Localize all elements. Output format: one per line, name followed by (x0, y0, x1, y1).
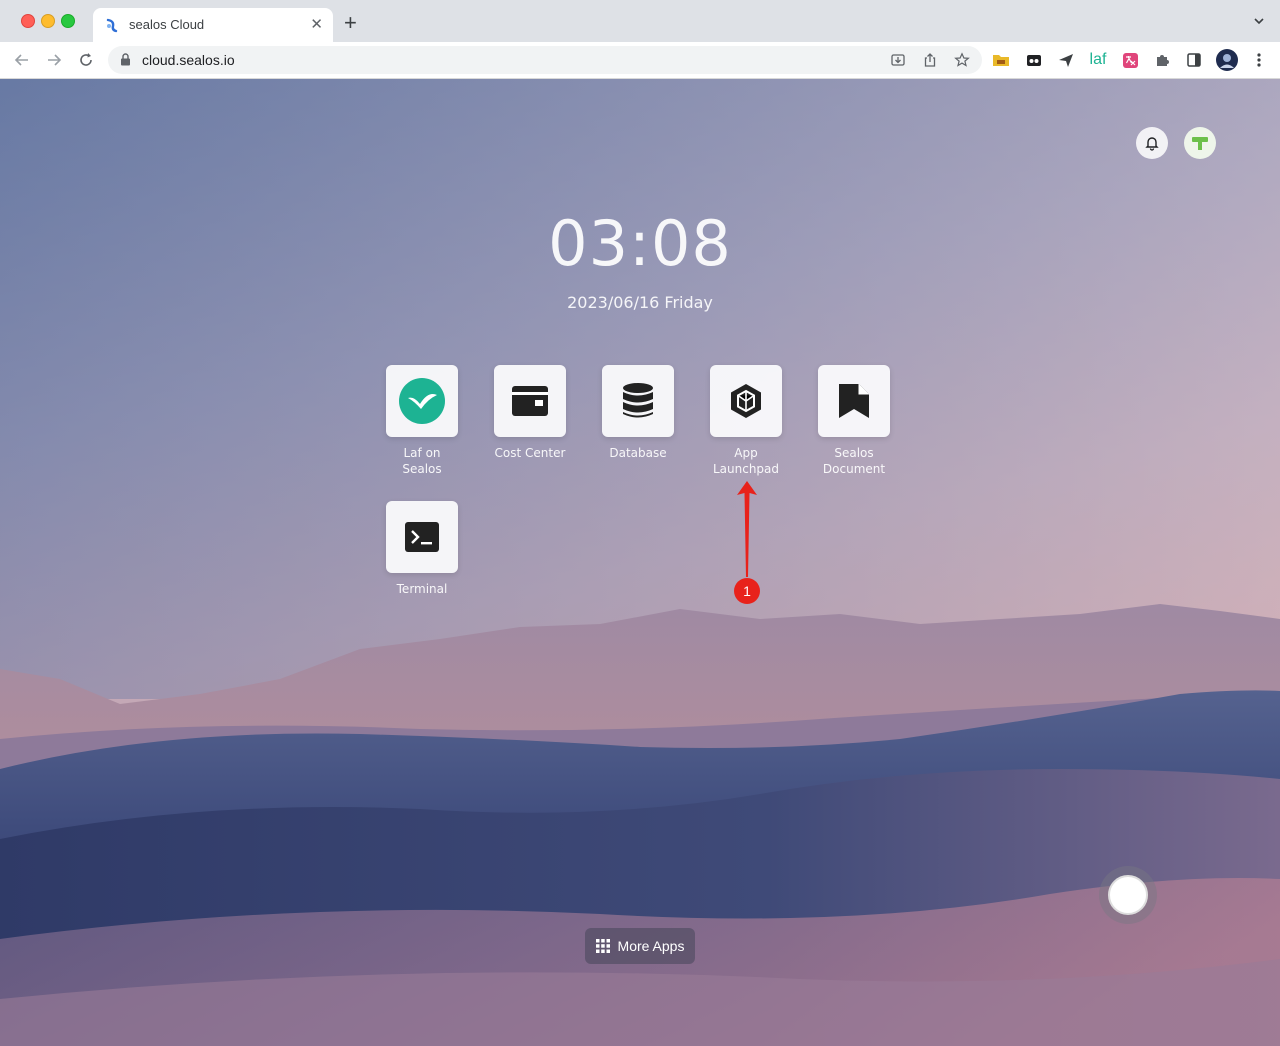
app-cost-center[interactable]: Cost Center (480, 365, 580, 461)
desktop-clock: 03:08 (548, 207, 732, 280)
user-avatar[interactable] (1184, 127, 1216, 159)
kebab-menu-icon[interactable] (1250, 51, 1268, 69)
laf-icon (399, 378, 445, 424)
star-bookmark-icon[interactable] (954, 52, 970, 68)
extension-glasses-icon[interactable] (1025, 51, 1043, 69)
app-label: Cost Center (494, 446, 566, 460)
browser-toolbar: cloud.sealos.io laf (0, 42, 1280, 79)
back-button[interactable] (12, 50, 32, 70)
grid-icon (595, 939, 610, 953)
app-laf-on-sealos[interactable]: Laf on Sealos (372, 365, 472, 477)
wallet-icon (512, 386, 548, 416)
notification-button[interactable] (1136, 127, 1168, 159)
app-tile[interactable] (386, 365, 458, 437)
browser-titlebar: sealos Cloud ✕ + (0, 0, 1280, 42)
app-terminal[interactable]: Terminal (372, 501, 472, 597)
new-tab-button[interactable]: + (344, 12, 357, 34)
app-sealos-document[interactable]: Sealos Document (804, 365, 904, 477)
bell-icon (1145, 137, 1159, 151)
close-window-button[interactable] (21, 14, 35, 28)
profile-avatar[interactable] (1216, 49, 1238, 71)
chevron-down-icon[interactable] (1252, 14, 1266, 28)
url-text: cloud.sealos.io (142, 52, 235, 68)
terminal-icon (405, 522, 439, 552)
app-tile[interactable] (710, 365, 782, 437)
share-icon[interactable] (922, 52, 938, 68)
app-database[interactable]: Database (588, 365, 688, 461)
browser-tab[interactable]: sealos Cloud ✕ (93, 8, 333, 42)
side-panel-icon[interactable] (1185, 51, 1203, 69)
annotation-step-badge: 1 (734, 578, 760, 604)
app-tile[interactable] (602, 365, 674, 437)
hexagon-icon (731, 384, 761, 418)
app-label: Laf on Sealos (402, 446, 442, 476)
floating-ball-inner (1108, 875, 1148, 915)
desktop-date: 2023/06/16 Friday (567, 293, 713, 312)
maximize-window-button[interactable] (61, 14, 75, 28)
address-bar[interactable]: cloud.sealos.io (108, 46, 982, 74)
floating-assistant-button[interactable] (1099, 866, 1157, 924)
sealos-desktop: 03:08 2023/06/16 Friday Laf on Sealos Cos… (0, 79, 1280, 1046)
arrow-right-icon (48, 54, 62, 66)
extension-folder-icon[interactable] (992, 51, 1010, 69)
minimize-window-button[interactable] (41, 14, 55, 28)
app-label: Terminal (396, 582, 448, 596)
reload-button[interactable] (76, 50, 96, 70)
lock-icon[interactable] (120, 53, 131, 66)
app-tile[interactable] (386, 501, 458, 573)
bookmark-doc-icon (839, 384, 869, 418)
extension-laf-icon[interactable]: laf (1087, 51, 1109, 69)
annotation-arrow-up (737, 481, 757, 577)
sealos-favicon-icon (106, 18, 118, 33)
extension-translate-icon[interactable] (1121, 51, 1139, 69)
reload-icon (80, 53, 92, 66)
app-label: Database (609, 446, 667, 460)
app-tile[interactable] (818, 365, 890, 437)
puzzle-extensions-icon[interactable] (1153, 51, 1171, 69)
app-label: Sealos Document (822, 446, 886, 476)
forward-button[interactable] (44, 50, 64, 70)
extension-send-icon[interactable] (1057, 51, 1075, 69)
database-icon (623, 383, 653, 418)
arrow-left-icon (14, 54, 28, 66)
user-avatar-icon (1192, 137, 1208, 150)
install-app-icon[interactable] (890, 52, 906, 68)
app-label: App Launchpad (712, 446, 780, 476)
tab-title: sealos Cloud (129, 17, 205, 32)
app-tile[interactable] (494, 365, 566, 437)
more-apps-button[interactable]: More Apps (585, 928, 695, 964)
more-apps-label: More Apps (617, 938, 685, 954)
app-app-launchpad[interactable]: App Launchpad (696, 365, 796, 477)
tab-close-button[interactable]: ✕ (310, 15, 323, 35)
